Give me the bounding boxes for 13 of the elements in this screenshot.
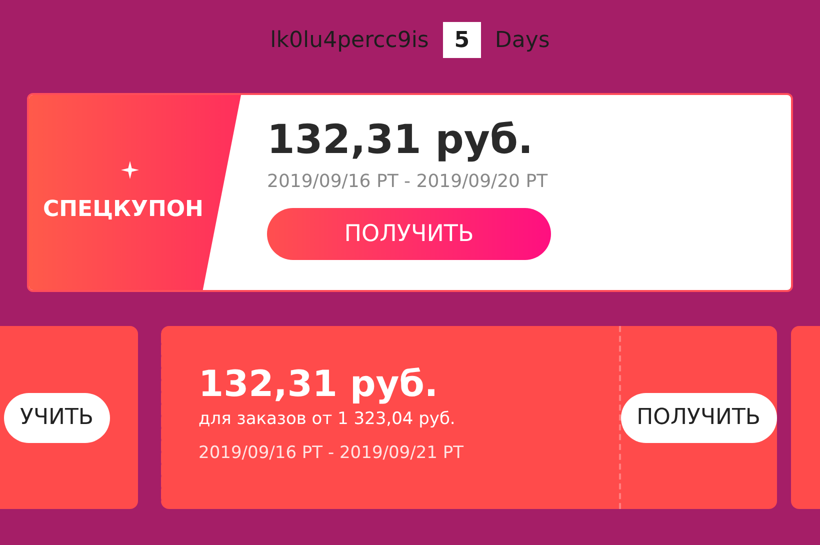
sparkle-icon [121,161,139,179]
coupon-amount: 132,31 руб. [198,364,440,405]
coupon-type-label: СПЕЦКУПОН [43,197,204,222]
coupon-amount: 132,31 руб. [267,117,534,163]
get-coupon-button[interactable]: ПОЛУЧИТЬ [620,392,777,442]
coupon-code: lk0lu4percc9is [270,28,429,52]
get-coupon-button[interactable]: ПОЛУЧИТЬ [267,208,551,260]
get-coupon-button[interactable]: УЧИТЬ [4,392,110,442]
coupon-condition: для заказов от 1 323,04 руб. [198,409,456,429]
days-label: Days [494,28,550,52]
coupon-validity: 2019/09/16 PT - 2019/09/20 PT [267,171,548,192]
coupon-validity: 2019/09/16 PT - 2019/09/21 PT [198,443,465,463]
days-count: 5 [442,22,481,58]
